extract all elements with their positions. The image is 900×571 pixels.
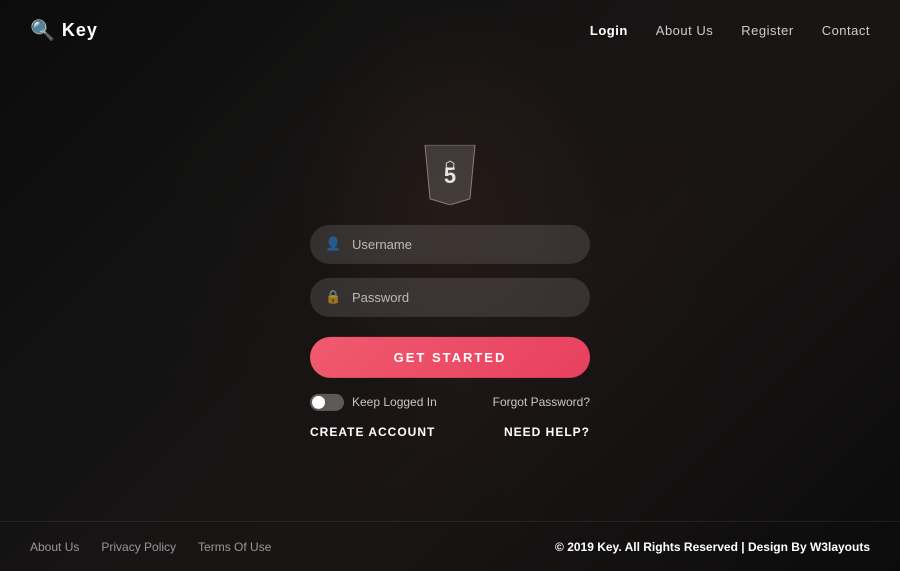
password-group: 🔒: [310, 277, 590, 316]
header: 🔍 Key Login About Us Register Contact: [0, 0, 900, 60]
username-input[interactable]: [310, 224, 590, 263]
user-icon: 👤: [325, 236, 341, 252]
svg-text:⬡: ⬡: [445, 159, 455, 171]
footer: About Us Privacy Policy Terms Of Use © 2…: [0, 521, 900, 571]
nav-register[interactable]: Register: [741, 23, 793, 38]
need-help-link[interactable]: NEED HELP?: [504, 424, 590, 438]
footer-copyright-text: © 2019 Key. All Rights Reserved | Design…: [555, 540, 810, 554]
keep-logged-label: Keep Logged In: [352, 395, 437, 409]
footer-terms-link[interactable]: Terms Of Use: [198, 540, 271, 554]
html5-badge: 5 ⬡: [423, 144, 477, 204]
create-account-link[interactable]: CREATE ACCOUNT: [310, 424, 435, 438]
footer-about-link[interactable]: About Us: [30, 540, 79, 554]
nav-login[interactable]: Login: [590, 23, 628, 38]
options-row: Keep Logged In Forgot Password?: [310, 393, 590, 410]
forgot-password-link[interactable]: Forgot Password?: [493, 395, 590, 409]
footer-privacy-link[interactable]: Privacy Policy: [101, 540, 176, 554]
nav-about[interactable]: About Us: [656, 23, 713, 38]
password-input[interactable]: [310, 277, 590, 316]
get-started-button[interactable]: GET STARTED: [310, 336, 590, 377]
username-group: 👤: [310, 224, 590, 263]
logo-text: Key: [62, 20, 98, 41]
footer-links: About Us Privacy Policy Terms Of Use: [30, 540, 271, 554]
lock-icon: 🔒: [325, 289, 341, 305]
logo: 🔍 Key: [30, 18, 98, 43]
keep-logged-toggle[interactable]: [310, 393, 344, 410]
footer-copyright: © 2019 Key. All Rights Reserved | Design…: [555, 540, 870, 554]
logo-icon: 🔍: [30, 18, 56, 43]
links-row: CREATE ACCOUNT NEED HELP?: [310, 424, 590, 438]
main-nav: Login About Us Register Contact: [590, 23, 870, 38]
keep-logged-group: Keep Logged In: [310, 393, 437, 410]
nav-contact[interactable]: Contact: [822, 23, 870, 38]
footer-brand: W3layouts: [810, 540, 870, 554]
login-form-container: 5 ⬡ 👤 🔒 GET STARTED Keep Logged In Forgo…: [310, 144, 590, 438]
